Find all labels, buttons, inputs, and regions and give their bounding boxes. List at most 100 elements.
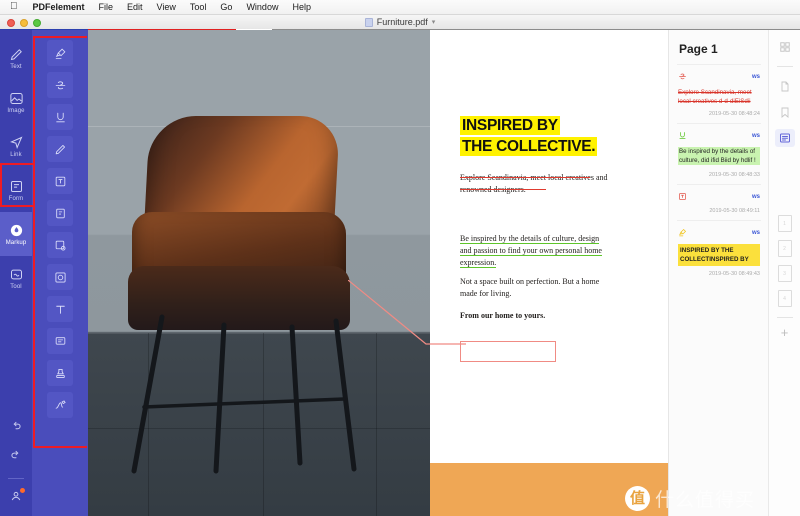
page-thumbnail[interactable]: 2 — [777, 240, 792, 257]
sidebar-item-label: Image — [7, 107, 25, 114]
sidebar-item-label: Link — [10, 151, 22, 158]
rail-divider — [776, 317, 793, 318]
comment-timestamp: 2019-05-30 08:48:24 — [708, 111, 760, 117]
pencil-icon — [9, 47, 24, 62]
nav-bottom-group — [0, 420, 32, 516]
sidebar-item-text[interactable]: Text — [0, 36, 32, 80]
undo-icon[interactable] — [9, 420, 23, 439]
comment-author: ws — [751, 133, 760, 139]
comment-text: Be inspired by the details of culture, d… — [678, 147, 760, 165]
menu-item-help[interactable]: Help — [285, 2, 318, 12]
sidebar-item-label: Tool — [10, 283, 22, 290]
document-title: Furniture.pdf — [376, 17, 428, 27]
text-box-tool[interactable] — [47, 168, 73, 194]
sidebar-item-markup[interactable]: Markup — [0, 212, 32, 256]
left-nav-rail: Text Image Link Form Markup Tool — [0, 30, 32, 516]
sidebar-item-label: Form — [8, 195, 24, 202]
mac-menu-bar:  PDFelement File Edit View Tool Go Wind… — [0, 0, 800, 15]
stamp-tool[interactable] — [47, 360, 73, 386]
chevron-down-icon[interactable]: ▾ — [432, 18, 436, 26]
menu-item-window[interactable]: Window — [239, 2, 285, 12]
strikethrough-tool[interactable] — [47, 72, 73, 98]
signature-tool[interactable] — [47, 392, 73, 418]
comment-author: ws — [751, 194, 760, 200]
document-tab[interactable]: Furniture.pdf ▾ — [0, 17, 800, 27]
page-thumbnail[interactable]: 3 — [777, 265, 792, 282]
page-headline: INSPIRED BY THE COLLECTIVE. — [460, 115, 630, 157]
empty-text-box-annotation[interactable] — [460, 341, 556, 362]
page-bold-paragraph: From our home to yours. — [460, 310, 612, 322]
underlined-text: Be inspired by the details of culture, d… — [460, 234, 602, 268]
screenshot-tool[interactable] — [47, 232, 73, 258]
comment-timestamp: 2019-05-30 08:49:11 — [709, 208, 760, 214]
right-icon-rail: 1 2 3 4 + — [768, 30, 800, 516]
comment-author: ws — [751, 230, 760, 236]
grid-view-button[interactable] — [775, 38, 795, 56]
pencil-tool[interactable] — [47, 136, 73, 162]
page-struck-paragraph[interactable]: Explore Scandinavia, meet local creative… — [460, 172, 612, 195]
comment-author: ws — [751, 74, 760, 80]
page-plain-paragraph: Not a space built on perfection. But a h… — [460, 276, 612, 300]
notification-badge — [20, 488, 25, 493]
apple-icon[interactable]:  — [8, 2, 26, 12]
menu-app-name[interactable]: PDFelement — [26, 2, 92, 12]
window-title-bar: Furniture.pdf ▾ — [0, 15, 800, 30]
headline-line-1: INSPIRED BY — [460, 116, 560, 135]
sidebar-item-tool[interactable]: Tool — [0, 256, 32, 300]
account-button[interactable] — [9, 488, 25, 508]
page-text-area — [430, 30, 668, 516]
sidebar-item-image[interactable]: Image — [0, 80, 32, 124]
comment-header: ws — [678, 191, 760, 203]
sidebar-item-form[interactable]: Form — [0, 168, 32, 212]
strikethrough-icon — [678, 68, 687, 86]
annotation-leader-line — [348, 280, 466, 345]
note-tool[interactable] — [47, 200, 73, 226]
comment-item[interactable]: ws Be inspired by the details of culture… — [677, 123, 761, 184]
redo-icon[interactable] — [9, 449, 23, 468]
callout-tool[interactable] — [47, 328, 73, 354]
comment-text: Explore Scandinavia, meet local creative… — [678, 89, 752, 105]
underline-tool[interactable] — [47, 104, 73, 130]
menu-item-go[interactable]: Go — [213, 2, 239, 12]
text-box-icon — [678, 188, 687, 206]
menu-item-tool[interactable]: Tool — [183, 2, 214, 12]
menu-item-edit[interactable]: Edit — [120, 2, 150, 12]
image-icon — [9, 91, 24, 106]
typewriter-tool[interactable] — [47, 296, 73, 322]
sidebar-item-link[interactable]: Link — [0, 124, 32, 168]
pdf-page-1: INSPIRED BY THE COLLECTIVE. Explore Scan… — [88, 30, 668, 516]
comment-item[interactable]: ws INSPIRED BY THE COLLECTINSPIRED BY 20… — [677, 220, 761, 283]
highlight-tool[interactable] — [47, 40, 73, 66]
menu-item-view[interactable]: View — [150, 2, 183, 12]
page-photo — [88, 30, 430, 516]
sidebar-item-label: Markup — [5, 239, 27, 246]
shape-tool[interactable] — [47, 264, 73, 290]
markup-drop-icon — [9, 223, 24, 238]
highlighter-icon — [678, 224, 687, 242]
page-thumbnail[interactable]: 4 — [777, 290, 792, 307]
headline-line-2: THE COLLECTIVE. — [460, 137, 598, 156]
page-orange-band — [430, 463, 668, 516]
page-thumbnail[interactable]: 1 — [777, 215, 792, 232]
page-underlined-paragraph[interactable]: Be inspired by the details of culture, d… — [460, 233, 612, 269]
comment-header: ws — [678, 71, 760, 83]
comment-timestamp: 2019-05-30 08:49:43 — [708, 271, 760, 277]
markup-tool-column — [32, 30, 88, 516]
comment-item[interactable]: ws 2019-05-30 08:49:11 — [677, 184, 761, 220]
bold-text: From our home to yours. — [460, 311, 546, 320]
comment-text: INSPIRED BY THE COLLECTINSPIRED BY — [678, 244, 760, 266]
comment-header: ws — [678, 227, 760, 239]
plain-text: Not a space built on perfection. But a h… — [460, 277, 600, 298]
page-view-button[interactable] — [775, 77, 795, 95]
pdf-file-icon — [364, 17, 373, 27]
bookmark-button[interactable] — [775, 103, 795, 121]
menu-item-file[interactable]: File — [92, 2, 121, 12]
comment-timestamp: 2019-05-30 08:48:33 — [708, 172, 760, 178]
form-icon — [9, 179, 24, 194]
comment-item[interactable]: ws Explore Scandinavia, meet local creat… — [677, 64, 761, 123]
document-canvas[interactable]: INSPIRED BY THE COLLECTIVE. Explore Scan… — [88, 30, 668, 516]
add-page-button[interactable]: + — [781, 326, 789, 339]
tool-icon — [9, 267, 24, 282]
comments-button[interactable] — [774, 129, 795, 147]
nav-divider — [8, 478, 24, 479]
